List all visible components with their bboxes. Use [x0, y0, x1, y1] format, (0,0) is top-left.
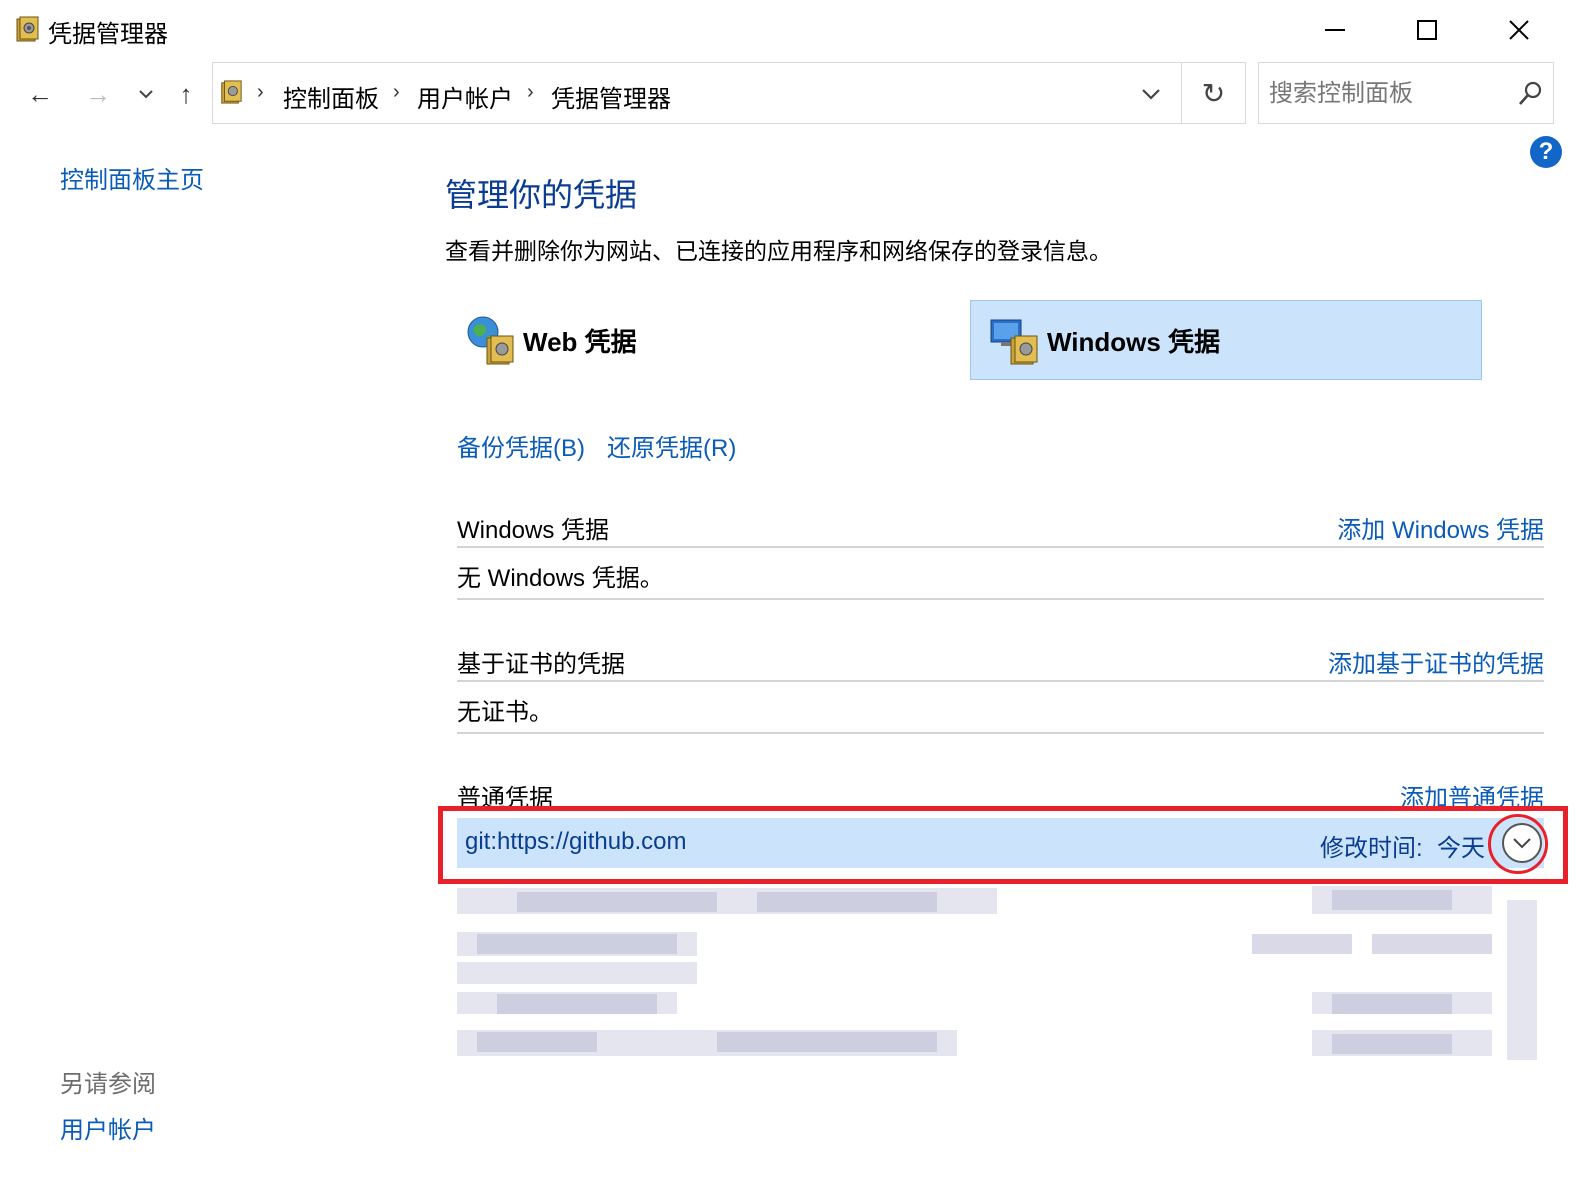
chevron-down-icon [1142, 89, 1160, 100]
redacted-credentials [457, 880, 1547, 1090]
search-icon[interactable] [1515, 79, 1545, 109]
sidebar-item-user-accounts[interactable]: 用户帐户 [60, 1110, 156, 1145]
up-button[interactable]: ↑ [166, 74, 206, 114]
empty-message: 无证书。 [457, 699, 553, 726]
certificate-credentials-header: 基于证书的凭据 添加基于证书的凭据 [457, 638, 1544, 682]
annotation-highlight-box [438, 806, 1568, 884]
restore-credentials-link[interactable]: 还原凭据(R) [607, 428, 736, 463]
annotation-highlight-circle [1488, 814, 1548, 874]
refresh-button[interactable]: ↻ [1181, 63, 1245, 123]
empty-message: 无 Windows 凭据。 [457, 565, 664, 592]
forward-arrow-icon: → [85, 78, 111, 109]
section-title: Windows 凭据 [457, 517, 610, 544]
maximize-button[interactable] [1382, 0, 1472, 60]
credential-vault-icon [14, 14, 40, 44]
see-also-label: 另请参阅 [60, 1071, 156, 1098]
credential-vault-icon [219, 78, 243, 106]
windows-credentials-list: 无 Windows 凭据。 [457, 548, 1544, 600]
add-certificate-credential-link[interactable]: 添加基于证书的凭据 [1328, 644, 1544, 679]
address-dropdown-button[interactable] [1131, 77, 1171, 111]
up-arrow-icon: ↑ [179, 78, 193, 109]
backup-credentials-link[interactable]: 备份凭据(B) [457, 428, 585, 463]
search-input[interactable] [1269, 77, 1509, 111]
tab-web-credentials[interactable]: Web 凭据 [465, 300, 965, 380]
windows-credentials-icon [990, 319, 1038, 365]
windows-credentials-header: Windows 凭据 添加 Windows 凭据 [457, 504, 1544, 548]
tab-windows-credentials[interactable]: Windows 凭据 [970, 300, 1482, 380]
breadcrumb-user-accounts[interactable]: 用户帐户 [417, 79, 513, 114]
web-credentials-icon [467, 316, 514, 365]
search-box[interactable] [1258, 62, 1554, 124]
page-description: 查看并删除你为网站、已连接的应用程序和网络保存的登录信息。 [445, 238, 1112, 264]
back-button[interactable]: ← [20, 74, 60, 114]
refresh-icon: ↻ [1201, 77, 1226, 109]
forward-button[interactable]: → [78, 74, 118, 114]
recent-locations-button[interactable] [126, 74, 166, 114]
title-bar: 凭据管理器 [0, 0, 1578, 60]
address-bar[interactable]: › 控制面板 › 用户帐户 › 凭据管理器 ↻ [212, 62, 1246, 124]
web-credentials-label: Web 凭据 [523, 326, 637, 357]
breadcrumb-separator-icon: › [393, 81, 400, 103]
certificate-credentials-list: 无证书。 [457, 682, 1544, 734]
breadcrumb-separator-icon: › [257, 81, 264, 103]
add-windows-credential-link[interactable]: 添加 Windows 凭据 [1337, 510, 1544, 545]
page-title: 管理你的凭据 [445, 177, 638, 213]
minimize-icon [1325, 29, 1345, 31]
window-title: 凭据管理器 [48, 21, 168, 48]
breadcrumb-credential-manager[interactable]: 凭据管理器 [551, 79, 671, 114]
sidebar-control-panel-home[interactable]: 控制面板主页 [60, 160, 204, 195]
breadcrumb-separator-icon: › [527, 81, 534, 103]
chevron-down-icon [139, 90, 153, 99]
back-arrow-icon: ← [27, 78, 53, 109]
breadcrumb-control-panel[interactable]: 控制面板 [283, 79, 379, 114]
windows-credentials-label: Windows 凭据 [1047, 326, 1221, 357]
minimize-button[interactable] [1290, 0, 1380, 60]
maximize-icon [1417, 20, 1437, 40]
close-icon [1509, 20, 1529, 40]
help-icon[interactable]: ? [1530, 136, 1562, 168]
section-title: 基于证书的凭据 [457, 651, 625, 678]
close-button[interactable] [1474, 0, 1564, 60]
